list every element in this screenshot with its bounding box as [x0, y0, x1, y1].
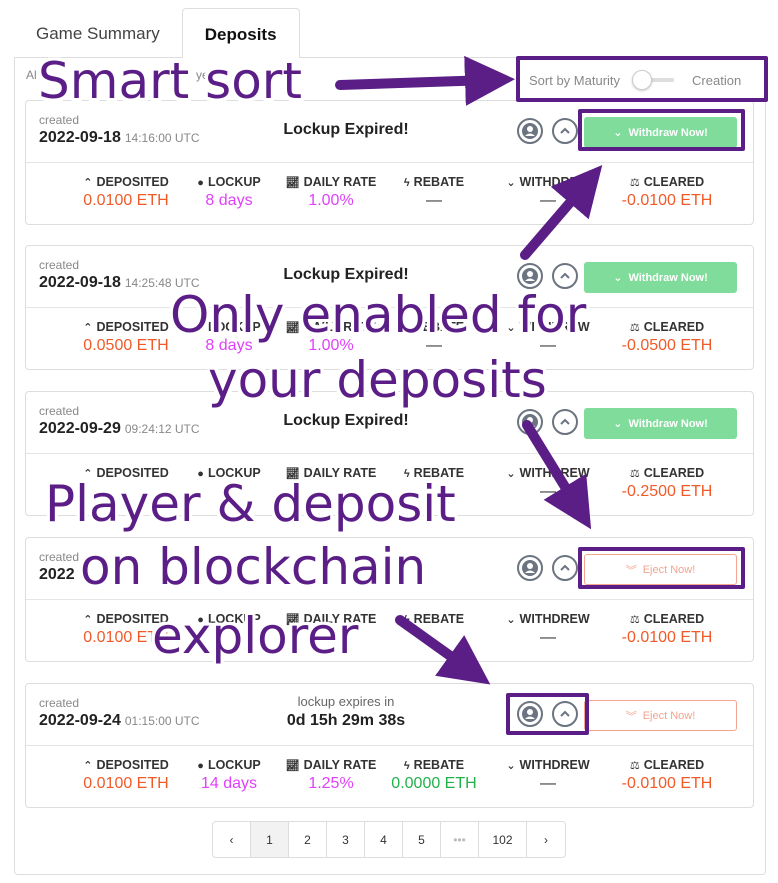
created-label: created	[39, 550, 80, 564]
annotation-box-sort	[516, 56, 768, 102]
caret-down-icon: ⌄	[506, 614, 516, 626]
withdrew-value: —	[540, 483, 556, 500]
pagination-page[interactable]: 3	[327, 822, 365, 857]
pagination-page[interactable]: 2	[289, 822, 327, 857]
user-icon	[522, 414, 538, 430]
pagination-prev[interactable]: ‹	[213, 822, 251, 857]
player-explorer-button[interactable]	[517, 118, 543, 144]
clock-icon: ●	[197, 177, 204, 189]
annotation-player-line1: Player & deposit	[45, 475, 456, 533]
caret-down-icon: ⌄	[506, 760, 516, 772]
cleared-value: -0.0100 ETH	[621, 775, 713, 792]
bolt-icon: ϟ	[403, 614, 410, 626]
chart-icon: 📈︎	[285, 760, 300, 772]
pagination-page[interactable]: 1	[251, 822, 289, 857]
user-icon	[522, 268, 538, 284]
caret-down-icon: ⌄	[506, 177, 516, 189]
annotation-box-withdraw	[578, 109, 745, 151]
chevron-down-icon: ⌄	[613, 418, 623, 430]
created-label: created	[39, 113, 80, 127]
created-label: created	[39, 696, 80, 710]
pagination-next[interactable]: ›	[527, 822, 565, 857]
bolt-icon: ϟ	[403, 760, 410, 772]
annotation-box-explorer	[506, 693, 589, 735]
chart-icon: 📈︎	[285, 177, 300, 189]
scale-icon: ⚖	[629, 468, 640, 480]
annotation-smart-sort: Smart sort	[38, 52, 302, 110]
bolt-icon: ϟ	[403, 177, 410, 189]
tab-deposits[interactable]: Deposits	[181, 8, 300, 58]
pagination: ‹ 1 2 3 4 5 ••• 102 ›	[212, 821, 566, 858]
deposit-explorer-button[interactable]	[552, 555, 578, 581]
player-explorer-button[interactable]	[517, 555, 543, 581]
chevron-up-icon	[560, 418, 570, 425]
scale-icon: ⚖	[629, 760, 640, 772]
rebate-value: —	[426, 192, 442, 209]
chevron-up-icon	[560, 564, 570, 571]
withdraw-button[interactable]: ⌄ Withdraw Now!	[584, 408, 737, 439]
deposit-explorer-button[interactable]	[552, 409, 578, 435]
withdrew-value: —	[540, 629, 556, 646]
deposit-status: Lockup Expired!	[283, 121, 409, 138]
created-label: created	[39, 404, 80, 418]
rebate-value: 0.0000 ETH	[391, 775, 477, 792]
double-chevron-down-icon: ︾	[625, 710, 637, 723]
withdraw-button[interactable]: ⌄ Withdraw Now!	[584, 262, 737, 293]
pagination-page[interactable]: 102	[479, 822, 527, 857]
chevron-up-icon	[560, 127, 570, 134]
annotation-only-enabled-line1: Only enabled for	[170, 286, 587, 344]
scale-icon: ⚖	[629, 177, 640, 189]
pagination-page[interactable]: 4	[365, 822, 403, 857]
chevron-up-icon	[560, 272, 570, 279]
caret-up-icon: ⌃	[83, 614, 93, 626]
lockup-expires-label: lockup expires in	[297, 694, 395, 709]
annotation-player-line2: on blockchain	[80, 538, 427, 596]
tab-bar: Game Summary Deposits	[14, 8, 300, 58]
caret-up-icon: ⌃	[83, 322, 93, 334]
annotation-only-enabled-line2: your deposits	[208, 351, 547, 409]
player-explorer-button[interactable]	[517, 409, 543, 435]
deposit-date: 2022-09-24 01:15:00 UTC	[39, 712, 200, 729]
user-icon	[522, 560, 538, 576]
annotation-player-line3: explorer	[152, 607, 359, 665]
deposit-status: Lockup Expired!	[283, 412, 409, 429]
tab-game-summary[interactable]: Game Summary	[14, 8, 182, 58]
clock-icon: ●	[197, 760, 204, 772]
eject-button[interactable]: ︾ Eject Now!	[584, 700, 737, 731]
deposit-explorer-button[interactable]	[552, 118, 578, 144]
lockup-countdown: 0d 15h 29m 38s	[286, 712, 406, 729]
deposit-date: 2022-09-18 14:16:00 UTC	[39, 129, 200, 146]
caret-down-icon: ⌄	[506, 468, 516, 480]
withdrew-value: —	[540, 775, 556, 792]
created-label: created	[39, 258, 80, 272]
cleared-value: -0.0100 ETH	[621, 192, 713, 209]
deposit-card: created 2022-09-24 01:15:00 UTC lockup ex…	[25, 683, 754, 808]
filter-partial-text: Al	[26, 68, 37, 82]
cleared-value: -0.2500 ETH	[621, 483, 713, 500]
cleared-value: -0.0500 ETH	[621, 337, 713, 354]
caret-up-icon: ⌃	[83, 760, 93, 772]
withdrew-value: —	[540, 192, 556, 209]
deposit-status: Lockup Expired!	[283, 266, 409, 283]
pagination-ellipsis: •••	[441, 822, 479, 857]
pagination-page[interactable]: 5	[403, 822, 441, 857]
user-icon	[522, 123, 538, 139]
caret-up-icon: ⌃	[83, 177, 93, 189]
deposit-date: 2022-09-29 09:24:12 UTC	[39, 420, 200, 437]
cleared-value: -0.0100 ETH	[621, 629, 713, 646]
annotation-box-eject	[578, 547, 745, 589]
scale-icon: ⚖	[629, 614, 640, 626]
chevron-down-icon: ⌄	[613, 272, 623, 284]
deposit-date: 2022	[39, 566, 75, 583]
scale-icon: ⚖	[629, 322, 640, 334]
